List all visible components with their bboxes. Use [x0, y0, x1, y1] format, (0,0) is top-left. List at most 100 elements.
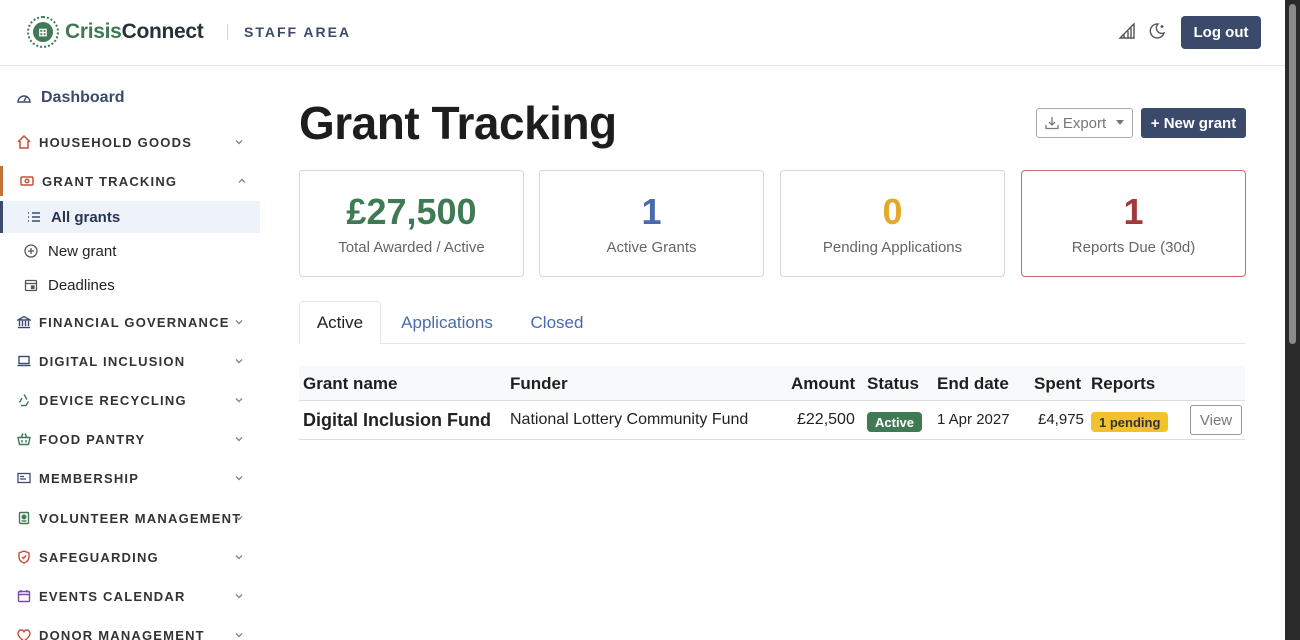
- page-title: Grant Tracking: [299, 97, 617, 149]
- column-header-grant-name: Grant name: [303, 374, 398, 393]
- signal-icon[interactable]: [1118, 22, 1136, 40]
- sidebar-section-label: FOOD PANTRY: [39, 431, 146, 447]
- column-header-status: Status: [867, 374, 919, 393]
- sidebar-section-grant-tracking[interactable]: GRANT TRACKING: [0, 166, 260, 196]
- chevron-down-icon: [235, 320, 243, 325]
- sidebar-section-label: DEVICE RECYCLING: [39, 392, 187, 408]
- stat-card-reports-due: 1 Reports Due (30d): [1021, 170, 1246, 277]
- plus-circle-icon: [24, 244, 38, 258]
- list-icon: [28, 212, 40, 222]
- sidebar-item-deadlines[interactable]: Deadlines: [0, 269, 260, 301]
- reports-badge: 1 pending: [1091, 412, 1169, 432]
- chevron-down-icon: [235, 140, 243, 145]
- calendar-icon: [16, 588, 32, 604]
- tab-closed[interactable]: Closed: [519, 301, 595, 344]
- sidebar-section-label: MEMBERSHIP: [39, 470, 140, 486]
- stat-caption: Reports Due (30d): [1071, 239, 1196, 256]
- moon-stars-icon[interactable]: [1148, 22, 1166, 40]
- column-header-end-date: End date: [937, 374, 1009, 393]
- logout-button[interactable]: Log out: [1181, 16, 1261, 49]
- grant-name-cell[interactable]: Digital Inclusion Fund: [303, 410, 491, 431]
- caret-down-icon: [1116, 119, 1125, 125]
- id-card-icon: [16, 470, 32, 486]
- chevron-down-icon: [235, 359, 243, 364]
- scrollbar-thumb[interactable]: [1289, 4, 1296, 344]
- stat-caption: Pending Applications: [822, 239, 963, 256]
- recycle-icon: [16, 392, 32, 408]
- grant-tabs: Active Applications Closed: [299, 301, 1245, 345]
- logo[interactable]: ⊞ CrisisConnect: [27, 16, 204, 48]
- download-icon: [1045, 117, 1059, 130]
- sidebar-item-label: New grant: [48, 242, 117, 260]
- chevron-down-icon: [235, 594, 243, 599]
- tab-active[interactable]: Active: [299, 301, 381, 345]
- top-header: ⊞ CrisisConnect STAFF AREA Log out: [0, 0, 1285, 66]
- calendar-event-icon: [24, 279, 38, 292]
- status-badge: Active: [867, 412, 923, 432]
- sidebar-section-label: FINANCIAL GOVERNANCE: [39, 314, 230, 330]
- stat-card-total-awarded: £27,500 Total Awarded / Active: [299, 170, 524, 277]
- sidebar-item-label: All grants: [51, 208, 121, 226]
- basket-icon: [16, 431, 32, 447]
- sidebar-item-new-grant[interactable]: New grant: [0, 235, 260, 267]
- table-row: Digital Inclusion Fund National Lottery …: [299, 401, 1245, 440]
- badge-icon: [16, 510, 32, 526]
- chevron-down-icon: [235, 476, 243, 481]
- sidebar-section-food-pantry[interactable]: FOOD PANTRY: [0, 424, 260, 454]
- column-header-spent: Spent: [1034, 374, 1082, 393]
- column-header-funder: Funder: [510, 374, 568, 393]
- app-root: ⊞ CrisisConnect STAFF AREA Log out Dashb…: [0, 0, 1300, 640]
- chevron-down-icon: [235, 398, 243, 403]
- sidebar-section-label: DIGITAL INCLUSION: [39, 353, 186, 369]
- sidebar-section-financial-governance[interactable]: FINANCIAL GOVERNANCE: [0, 307, 260, 337]
- column-header-reports: Reports: [1091, 374, 1156, 393]
- funder-cell: National Lottery Community Fund: [510, 411, 749, 428]
- cash-icon: [19, 173, 35, 189]
- chevron-down-icon: [235, 555, 243, 560]
- logo-text-connect: Connect: [121, 20, 204, 43]
- sidebar-section-household-goods[interactable]: HOUSEHOLD GOODS: [0, 127, 260, 157]
- tab-applications[interactable]: Applications: [387, 301, 507, 344]
- chevron-up-icon: [238, 178, 246, 183]
- logo-text-crisis: Crisis: [65, 20, 122, 43]
- shield-icon: [16, 549, 32, 565]
- new-grant-button[interactable]: + New grant: [1141, 108, 1246, 138]
- sidebar-section-volunteer-management[interactable]: VOLUNTEER MANAGEMENT: [0, 503, 260, 533]
- scrollbar[interactable]: [1285, 0, 1300, 640]
- sidebar-section-label: VOLUNTEER MANAGEMENT: [39, 510, 242, 526]
- sidebar-section-digital-inclusion[interactable]: DIGITAL INCLUSION: [0, 346, 260, 376]
- speedometer-icon: [17, 95, 31, 103]
- heart-icon: [16, 627, 32, 640]
- sidebar-section-donor-management[interactable]: DONOR MANAGEMENT: [0, 620, 260, 640]
- laptop-icon: [16, 353, 32, 369]
- sidebar-item-label: Deadlines: [48, 276, 115, 294]
- sidebar: Dashboard HOUSEHOLD GOODS GRANT TRACKING…: [0, 67, 260, 640]
- chevron-down-icon: [235, 516, 243, 521]
- spent-cell: £4,975: [1038, 411, 1084, 428]
- sidebar-section-device-recycling[interactable]: DEVICE RECYCLING: [0, 385, 260, 415]
- header-divider: [227, 24, 228, 40]
- bank-icon: [16, 314, 32, 330]
- sidebar-section-safeguarding[interactable]: SAFEGUARDING: [0, 542, 260, 572]
- amount-cell: £22,500: [797, 411, 855, 428]
- export-label: Export: [1062, 114, 1107, 132]
- sidebar-item-all-grants[interactable]: All grants: [0, 201, 260, 233]
- sidebar-item-label: Dashboard: [41, 89, 125, 106]
- sidebar-section-label: HOUSEHOLD GOODS: [39, 134, 193, 150]
- stat-card-active-grants: 1 Active Grants: [539, 170, 764, 277]
- chevron-down-icon: [235, 633, 243, 638]
- stat-value: 1: [1123, 191, 1144, 232]
- view-button[interactable]: View: [1190, 405, 1242, 435]
- sidebar-section-membership[interactable]: MEMBERSHIP: [0, 463, 260, 493]
- end-date-cell: 1 Apr 2027: [937, 411, 1010, 428]
- sidebar-section-events-calendar[interactable]: EVENTS CALENDAR: [0, 581, 260, 611]
- stat-card-pending-applications: 0 Pending Applications: [780, 170, 1005, 277]
- stat-caption: Total Awarded / Active: [338, 239, 485, 256]
- sidebar-item-dashboard[interactable]: Dashboard: [16, 89, 125, 107]
- export-button[interactable]: Export: [1036, 108, 1133, 138]
- sidebar-section-label: GRANT TRACKING: [42, 173, 178, 189]
- stat-caption: Active Grants: [606, 239, 697, 256]
- table-header: Grant name Funder Amount Status End date…: [299, 366, 1245, 401]
- stat-value: £27,500: [346, 191, 477, 232]
- sidebar-section-label: EVENTS CALENDAR: [39, 588, 186, 604]
